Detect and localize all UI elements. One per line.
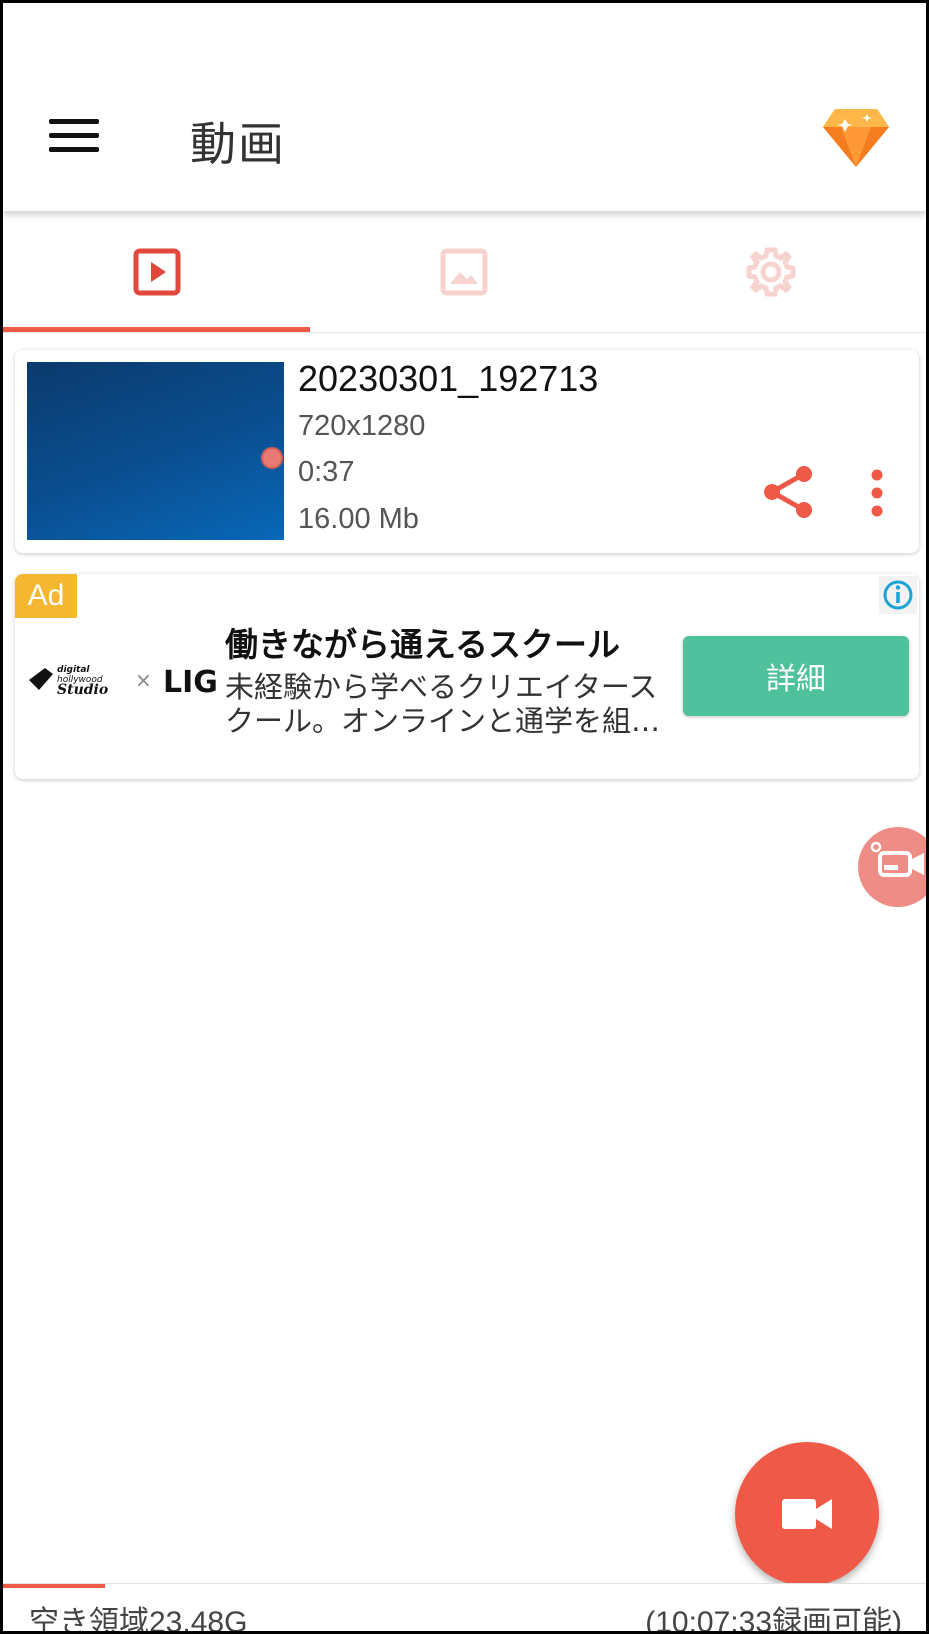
image-icon xyxy=(440,248,487,296)
video-duration: 0:37 xyxy=(298,456,355,488)
storage-free-text: 空き領域23.48G xyxy=(29,1606,248,1634)
video-list-item[interactable]: 20230301_192713 720x1280 0:37 16.00 Mb xyxy=(15,350,919,553)
tab-images[interactable] xyxy=(310,211,617,333)
page-title: 動画 xyxy=(190,117,286,171)
tab-selected-indicator xyxy=(3,327,310,332)
video-size: 16.00 Mb xyxy=(298,503,419,535)
video-camera-icon xyxy=(782,1499,832,1529)
floating-recorder-icon[interactable] xyxy=(858,827,926,907)
svg-text:digital: digital xyxy=(57,665,90,675)
ad-details-button[interactable]: 詳細 xyxy=(683,636,909,716)
svg-text:Studio: Studio xyxy=(57,682,108,698)
diamond-gem-icon[interactable] xyxy=(821,105,891,171)
video-thumbnail xyxy=(27,362,284,540)
tab-bar xyxy=(3,211,926,333)
video-title: 20230301_192713 xyxy=(298,358,599,399)
svg-text:×: × xyxy=(135,668,152,692)
ad-info-icon[interactable] xyxy=(879,576,917,614)
gear-icon xyxy=(746,247,795,297)
more-vert-icon[interactable] xyxy=(867,468,887,518)
video-play-icon xyxy=(133,248,180,296)
tab-videos[interactable] xyxy=(3,211,310,333)
svg-text:LIG: LIG xyxy=(163,665,218,700)
thumbnail-overlay-dot xyxy=(261,447,283,469)
storage-status-bar: 空き領域23.48G (10:07:33録画可能) xyxy=(3,1583,926,1634)
record-video-button[interactable] xyxy=(735,1442,879,1586)
hamburger-menu-icon[interactable] xyxy=(49,113,101,153)
storage-usage-progress xyxy=(3,1584,105,1588)
app-bar: 動画 xyxy=(3,3,926,211)
advertiser-logo: digital hollywood Studio × LIG xyxy=(25,656,220,702)
recording-time-remaining: (10:07:33録画可能) xyxy=(645,1606,902,1634)
ad-badge: Ad xyxy=(15,574,77,618)
ad-banner[interactable]: Ad digital hollywood Studio × LIG 働きながら通… xyxy=(15,574,919,779)
app-screen: 動画 20230301_192713 720x1280 0:37 16.00 M… xyxy=(0,0,929,1634)
ad-body-text: 未経験から学べるクリエイタースクール。オンラインと通学を組… xyxy=(225,670,661,738)
share-icon[interactable] xyxy=(760,464,816,520)
tab-settings[interactable] xyxy=(617,211,924,333)
ad-headline: 働きながら通えるスクール xyxy=(225,625,621,664)
video-resolution: 720x1280 xyxy=(298,410,426,442)
